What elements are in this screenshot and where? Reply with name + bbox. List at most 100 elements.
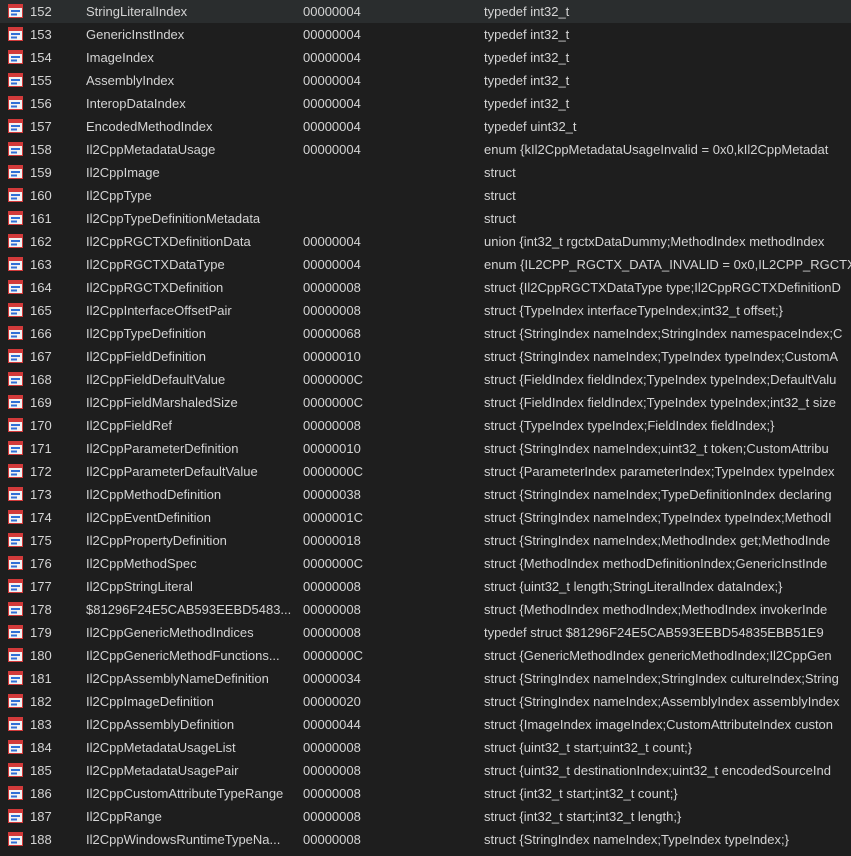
type-row[interactable]: 160 Il2CppType struct <box>0 184 851 207</box>
type-name: Il2CppRGCTXDefinitionData <box>86 234 251 249</box>
type-row[interactable]: 163 Il2CppRGCTXDataType 00000004 enum {I… <box>0 253 851 276</box>
type-name: Il2CppStringLiteral <box>86 579 193 594</box>
type-row[interactable]: 156 InteropDataIndex 00000004 typedef in… <box>0 92 851 115</box>
type-declaration: struct {FieldIndex fieldIndex;TypeIndex … <box>484 372 837 387</box>
type-size: 00000008 <box>303 602 361 617</box>
type-size: 0000000C <box>303 648 363 663</box>
type-declaration: enum {kIl2CppMetadataUsageInvalid = 0x0,… <box>484 142 829 157</box>
row-ordinal: 183 <box>30 717 52 732</box>
row-ordinal: 164 <box>30 280 52 295</box>
type-row[interactable]: 154 ImageIndex 00000004 typedef int32_t <box>0 46 851 69</box>
type-row[interactable]: 184 Il2CppMetadataUsageList 00000008 str… <box>0 736 851 759</box>
row-ordinal: 175 <box>30 533 52 548</box>
row-ordinal: 186 <box>30 786 52 801</box>
type-row[interactable]: 153 GenericInstIndex 00000004 typedef in… <box>0 23 851 46</box>
type-declaration: struct {StringIndex nameIndex;TypeDefini… <box>484 487 832 502</box>
row-ordinal: 166 <box>30 326 52 341</box>
type-row[interactable]: 177 Il2CppStringLiteral 00000008 struct … <box>0 575 851 598</box>
type-name: Il2CppParameterDefaultValue <box>86 464 258 479</box>
structure-icon <box>8 671 23 685</box>
type-row[interactable]: 183 Il2CppAssemblyDefinition 00000044 st… <box>0 713 851 736</box>
type-row[interactable]: 175 Il2CppPropertyDefinition 00000018 st… <box>0 529 851 552</box>
type-size: 00000004 <box>303 234 361 249</box>
type-declaration: struct {StringIndex nameIndex;TypeIndex … <box>484 510 832 525</box>
type-name: Il2CppMetadataUsageList <box>86 740 236 755</box>
structure-icon <box>8 717 23 731</box>
type-row[interactable]: 180 Il2CppGenericMethodFunctions... 0000… <box>0 644 851 667</box>
type-size: 00000008 <box>303 763 361 778</box>
type-size: 00000010 <box>303 441 361 456</box>
type-row[interactable]: 157 EncodedMethodIndex 00000004 typedef … <box>0 115 851 138</box>
type-row[interactable]: 152 StringLiteralIndex 00000004 typedef … <box>0 0 851 23</box>
type-row[interactable]: 158 Il2CppMetadataUsage 00000004 enum {k… <box>0 138 851 161</box>
type-row[interactable]: 185 Il2CppMetadataUsagePair 00000008 str… <box>0 759 851 782</box>
structure-icon <box>8 487 23 501</box>
type-row[interactable]: 182 Il2CppImageDefinition 00000020 struc… <box>0 690 851 713</box>
type-size: 00000008 <box>303 809 361 824</box>
structure-icon <box>8 303 23 317</box>
type-row[interactable]: 172 Il2CppParameterDefaultValue 0000000C… <box>0 460 851 483</box>
type-row[interactable]: 162 Il2CppRGCTXDefinitionData 00000004 u… <box>0 230 851 253</box>
type-size: 00000008 <box>303 280 361 295</box>
type-row[interactable]: 167 Il2CppFieldDefinition 00000010 struc… <box>0 345 851 368</box>
type-row[interactable]: 174 Il2CppEventDefinition 0000001C struc… <box>0 506 851 529</box>
type-row[interactable]: 171 Il2CppParameterDefinition 00000010 s… <box>0 437 851 460</box>
type-size: 00000010 <box>303 349 361 364</box>
type-size: 0000000C <box>303 372 363 387</box>
type-row[interactable]: 179 Il2CppGenericMethodIndices 00000008 … <box>0 621 851 644</box>
structure-icon <box>8 786 23 800</box>
type-declaration: struct {TypeIndex typeIndex;FieldIndex f… <box>484 418 775 433</box>
row-ordinal: 180 <box>30 648 52 663</box>
structure-icon <box>8 142 23 156</box>
type-name: Il2CppImageDefinition <box>86 694 214 709</box>
type-size: 00000034 <box>303 671 361 686</box>
type-name: Il2CppFieldDefinition <box>86 349 206 364</box>
type-size: 0000000C <box>303 395 363 410</box>
structure-icon <box>8 418 23 432</box>
structure-icon <box>8 349 23 363</box>
structure-icon <box>8 280 23 294</box>
type-row[interactable]: 169 Il2CppFieldMarshaledSize 0000000C st… <box>0 391 851 414</box>
type-row[interactable]: 178 $81296F24E5CAB593EEBD5483... 0000000… <box>0 598 851 621</box>
type-name: Il2CppPropertyDefinition <box>86 533 227 548</box>
type-name: Il2CppGenericMethodFunctions... <box>86 648 280 663</box>
type-row[interactable]: 166 Il2CppTypeDefinition 00000068 struct… <box>0 322 851 345</box>
structure-icon <box>8 763 23 777</box>
type-declaration: struct {int32_t start;int32_t count;} <box>484 786 678 801</box>
structure-icon <box>8 27 23 41</box>
row-ordinal: 156 <box>30 96 52 111</box>
type-row[interactable]: 173 Il2CppMethodDefinition 00000038 stru… <box>0 483 851 506</box>
type-row[interactable]: 176 Il2CppMethodSpec 0000000C struct {Me… <box>0 552 851 575</box>
type-row[interactable]: 164 Il2CppRGCTXDefinition 00000008 struc… <box>0 276 851 299</box>
structure-icon <box>8 372 23 386</box>
type-name: Il2CppMetadataUsagePair <box>86 763 239 778</box>
type-declaration: struct {int32_t start;int32_t length;} <box>484 809 682 824</box>
type-row[interactable]: 170 Il2CppFieldRef 00000008 struct {Type… <box>0 414 851 437</box>
type-declaration: typedef int32_t <box>484 27 570 42</box>
type-name: AssemblyIndex <box>86 73 175 88</box>
type-declaration: typedef uint32_t <box>484 119 577 134</box>
type-row[interactable]: 168 Il2CppFieldDefaultValue 0000000C str… <box>0 368 851 391</box>
row-ordinal: 182 <box>30 694 52 709</box>
type-row[interactable]: 159 Il2CppImage struct <box>0 161 851 184</box>
type-name: Il2CppFieldMarshaledSize <box>86 395 238 410</box>
type-size: 00000008 <box>303 832 361 847</box>
row-ordinal: 160 <box>30 188 52 203</box>
type-name: Il2CppRGCTXDataType <box>86 257 225 272</box>
type-declaration: struct <box>484 165 516 180</box>
structure-icon <box>8 510 23 524</box>
type-size: 00000044 <box>303 717 361 732</box>
type-row[interactable]: 188 Il2CppWindowsRuntimeTypeNa... 000000… <box>0 828 851 851</box>
type-name: GenericInstIndex <box>86 27 185 42</box>
type-row[interactable]: 186 Il2CppCustomAttributeTypeRange 00000… <box>0 782 851 805</box>
type-size: 00000004 <box>303 73 361 88</box>
type-row[interactable]: 181 Il2CppAssemblyNameDefinition 0000003… <box>0 667 851 690</box>
structure-icon <box>8 188 23 202</box>
type-declaration: union {int32_t rgctxDataDummy;MethodInde… <box>484 234 825 249</box>
type-row[interactable]: 187 Il2CppRange 00000008 struct {int32_t… <box>0 805 851 828</box>
type-row[interactable]: 155 AssemblyIndex 00000004 typedef int32… <box>0 69 851 92</box>
type-size: 00000004 <box>303 50 361 65</box>
type-row[interactable]: 165 Il2CppInterfaceOffsetPair 00000008 s… <box>0 299 851 322</box>
type-row[interactable]: 161 Il2CppTypeDefinitionMetadata struct <box>0 207 851 230</box>
structure-icon <box>8 96 23 110</box>
